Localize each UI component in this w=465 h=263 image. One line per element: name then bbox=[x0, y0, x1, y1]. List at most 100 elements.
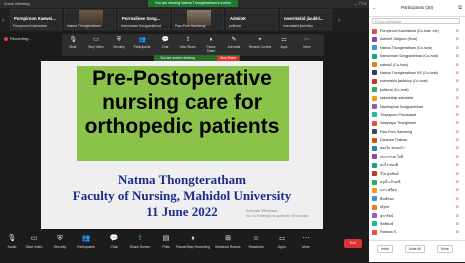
participant-row[interactable]: สุดารัตน์ ⊘ bbox=[369, 212, 465, 220]
participant-row[interactable]: sakarinthip saisriwila ⊘ bbox=[369, 94, 465, 102]
muted-mic-icon[interactable]: ⊘ bbox=[456, 136, 461, 144]
video-thumbnail[interactable]: Paw-Porn Sanmeng bbox=[172, 9, 224, 30]
participant-name: Nanthaphat Songpanthhad bbox=[380, 104, 423, 109]
muted-mic-icon[interactable]: ⊘ bbox=[456, 178, 461, 186]
label: Stop Video bbox=[88, 45, 104, 49]
share-apps-button[interactable]: ⚏ Apps bbox=[275, 37, 293, 49]
avatar bbox=[372, 187, 377, 193]
recording-indicator[interactable]: Recording... bbox=[4, 36, 32, 41]
security-button[interactable]: ⛨ Security bbox=[48, 235, 72, 249]
share-pause-button[interactable]: ⏸ Pause Share bbox=[202, 37, 220, 53]
video-thumbnail[interactable]: Natma Thongteratham bbox=[64, 9, 116, 30]
participant-row[interactable]: Nanthaphat Songpanthhad ⊘ bbox=[369, 103, 465, 111]
prev-page-icon[interactable]: ‹ bbox=[2, 18, 4, 24]
muted-mic-icon[interactable]: ⊘ bbox=[456, 203, 461, 211]
polls-button[interactable]: ▤ Polls bbox=[154, 235, 178, 249]
muted-mic-icon[interactable]: ⊘ bbox=[456, 212, 461, 220]
muted-mic-icon[interactable]: ⊘ bbox=[456, 27, 461, 35]
pause-stop-recording-button[interactable]: ⏸ Pause/Stop Recording bbox=[176, 235, 210, 249]
muted-mic-icon[interactable]: ⊘ bbox=[456, 69, 461, 77]
share-remote-control-button[interactable]: ⌖ Remote Control bbox=[248, 37, 272, 49]
participant-row[interactable]: Natma Thongteratham NS (Co-host) ⊘ bbox=[369, 69, 465, 77]
participant-row[interactable]: Natma Thongteratham (Co-host) ⊘ bbox=[369, 44, 465, 52]
muted-mic-icon[interactable]: ⊘ bbox=[456, 111, 461, 119]
mute-all-button[interactable]: Mute All bbox=[405, 245, 426, 253]
window-controls[interactable]: — ❐ ✕ bbox=[354, 0, 367, 8]
participants-button[interactable]: 👥 Participants bbox=[74, 235, 98, 249]
breakout-rooms-button[interactable]: ⊞ Breakout Rooms bbox=[214, 235, 242, 249]
view-share-banner[interactable]: You are viewing Natma Thongteratham's sc… bbox=[148, 0, 238, 7]
video-thumbnail[interactable]: Pornpiroon Kaewsi... Pornpiroon Kaewsiwa… bbox=[10, 9, 62, 30]
chevron-down-icon[interactable]: ⌄ bbox=[372, 0, 376, 16]
participant-row[interactable]: อรุณี แก้วมณี ⊘ bbox=[369, 178, 465, 186]
participant-row[interactable]: Thanaporn Phonsawat ⊘ bbox=[369, 111, 465, 119]
muted-mic-icon[interactable]: ⊘ bbox=[456, 228, 461, 236]
share-new-share-button[interactable]: ⇪ New Share bbox=[179, 37, 197, 49]
participant-row[interactable]: natma2 (Co-host) ⊘ bbox=[369, 61, 465, 69]
video-thumbnail[interactable]: noerntakid jiaukhl... noerntakid jiaukhl… bbox=[280, 9, 332, 30]
more-button[interactable]: ⋯ More bbox=[294, 235, 318, 249]
participant-row[interactable]: วิไล สุขสันต์ ⊘ bbox=[369, 170, 465, 178]
share-screen-button[interactable]: ⇪ Share Screen bbox=[128, 235, 152, 249]
participant-search-input[interactable]: Find a participant bbox=[372, 18, 460, 24]
video-thumbnail[interactable]: Porrnalinee Song... Kamonwan Songpanthha… bbox=[118, 9, 170, 30]
muted-mic-icon[interactable]: ⊘ bbox=[456, 161, 461, 169]
invite-button[interactable]: Invite bbox=[377, 245, 394, 253]
participant-row[interactable]: pollinrat (Co-host) ⊘ bbox=[369, 86, 465, 94]
end-meeting-button[interactable]: End bbox=[344, 239, 362, 248]
participant-row[interactable]: พิมพ์ชนก ⊘ bbox=[369, 195, 465, 203]
share-annotate-button[interactable]: ✎ Annotate bbox=[225, 37, 243, 49]
share-participants-button[interactable]: 👥 Participants bbox=[133, 37, 151, 49]
muted-mic-icon[interactable]: ⊘ bbox=[456, 195, 461, 203]
avatar bbox=[372, 221, 377, 227]
share-chat-button[interactable]: 💬 Chat bbox=[156, 37, 174, 49]
participant-row[interactable]: noerntakid jiaukhluy (Co-host) ⊘ bbox=[369, 77, 465, 85]
muted-mic-icon[interactable]: ⊘ bbox=[456, 103, 461, 111]
muted-mic-icon[interactable]: ⊘ bbox=[456, 220, 461, 228]
share-more-button[interactable]: ⋯ More bbox=[298, 37, 316, 49]
muted-mic-icon[interactable]: ⊘ bbox=[456, 119, 461, 127]
share-mute-button[interactable]: 🎙 Mute bbox=[64, 37, 82, 49]
pop-out-icon[interactable]: ⧉ bbox=[458, 0, 462, 16]
participants-more-button[interactable]: More bbox=[437, 245, 453, 253]
next-page-icon[interactable]: › bbox=[338, 18, 340, 24]
chat-button[interactable]: 💬 Chat bbox=[102, 235, 126, 249]
participant-row[interactable]: นภา ศรีสุข ⊘ bbox=[369, 186, 465, 194]
participant-row[interactable]: กนกวรรณ ใจดี ⊘ bbox=[369, 153, 465, 161]
participant-row[interactable]: Rattana S. ⊘ bbox=[369, 228, 465, 236]
muted-mic-icon[interactable]: ⊘ bbox=[456, 144, 461, 152]
label: Apps bbox=[278, 245, 286, 249]
participant-row[interactable]: Paw-Porn Sanmeng ⊘ bbox=[369, 128, 465, 136]
participant-name: Daranee Tinkhao bbox=[380, 138, 408, 143]
participant-row[interactable]: Kamonwan Songpanthhad (Co-host) ⊘ bbox=[369, 52, 465, 60]
muted-mic-icon[interactable]: ⊘ bbox=[456, 77, 461, 85]
muted-mic-icon[interactable]: ⊘ bbox=[456, 52, 461, 60]
muted-mic-icon[interactable]: ⊘ bbox=[456, 170, 461, 178]
share-security-button[interactable]: ⛨ Security bbox=[110, 37, 128, 49]
muted-mic-icon[interactable]: ⊘ bbox=[456, 86, 461, 94]
participant-row[interactable]: Daranee Tinkhao ⊘ bbox=[369, 136, 465, 144]
stop-share-button[interactable]: Stop Share bbox=[217, 55, 239, 61]
participant-row[interactable]: Sasiprapa Thongkham ⊘ bbox=[369, 119, 465, 127]
participant-row[interactable]: ทองใบ พรมแก้ว ⊘ bbox=[369, 144, 465, 152]
muted-mic-icon[interactable]: ⊘ bbox=[456, 44, 461, 52]
participant-row[interactable]: สมใจ ทองดี ⊘ bbox=[369, 161, 465, 169]
apps-button[interactable]: ⚏ Apps bbox=[270, 235, 294, 249]
people-icon: 👥 bbox=[138, 37, 146, 43]
muted-mic-icon[interactable]: ⊘ bbox=[456, 61, 461, 69]
start-video-button[interactable]: ▭ Start Video bbox=[22, 235, 46, 249]
audio-button[interactable]: 🎙 Audio bbox=[0, 235, 24, 249]
video-thumbnail[interactable]: AdminK pollinrat bbox=[226, 9, 278, 30]
video-camera-icon: ▭ bbox=[93, 37, 99, 43]
share-stop-video-button[interactable]: ▭ Stop Video bbox=[87, 37, 105, 49]
muted-mic-icon[interactable]: ⊘ bbox=[456, 128, 461, 136]
participant-row[interactable]: AdminK Selgson (Host) ⊘ bbox=[369, 35, 465, 43]
muted-mic-icon[interactable]: ⊘ bbox=[456, 35, 461, 43]
participant-row[interactable]: กิตติพงษ์ ⊘ bbox=[369, 220, 465, 228]
muted-mic-icon[interactable]: ⊘ bbox=[456, 153, 461, 161]
participant-row[interactable]: Pornpiroon Kaewsiwat (Co-host, me) ⊘ bbox=[369, 27, 465, 35]
muted-mic-icon[interactable]: ⊘ bbox=[456, 186, 461, 194]
reactions-button[interactable]: ☺ Reactions bbox=[244, 235, 268, 249]
participant-row[interactable]: ณัฐพร ⊘ bbox=[369, 203, 465, 211]
muted-mic-icon[interactable]: ⊘ bbox=[456, 94, 461, 102]
